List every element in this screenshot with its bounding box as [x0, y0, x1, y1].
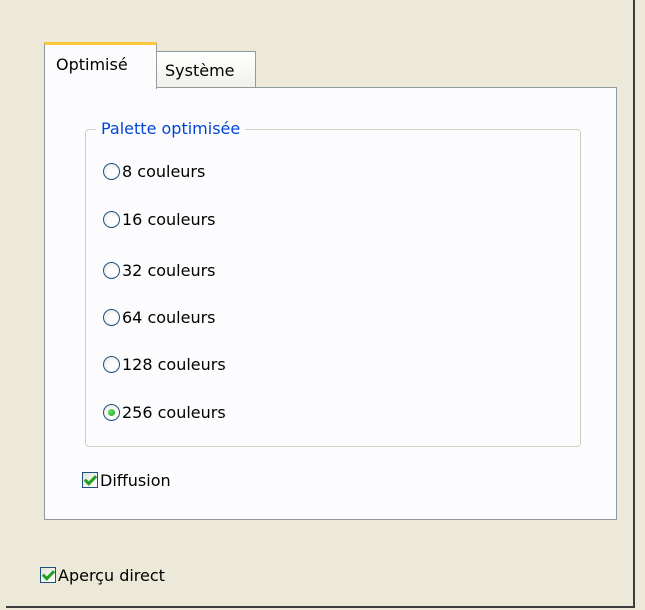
radio-8-colors[interactable]: 8 couleurs: [103, 159, 205, 183]
radio-16-colors[interactable]: 16 couleurs: [103, 207, 216, 231]
radio-button-icon[interactable]: [103, 162, 120, 180]
radio-button-icon[interactable]: [103, 210, 120, 228]
checkbox-checked-icon[interactable]: [40, 567, 56, 583]
radio-label: 256 couleurs: [122, 402, 226, 422]
tab-optimise[interactable]: Optimisé: [44, 42, 157, 89]
checkbox-checked-icon[interactable]: [82, 472, 98, 488]
tab-label: Système: [165, 61, 235, 80]
diffusion-checkbox-row[interactable]: Diffusion: [82, 468, 171, 492]
radio-32-colors[interactable]: 32 couleurs: [103, 258, 216, 282]
radio-button-icon[interactable]: [103, 261, 120, 279]
radio-label: 128 couleurs: [122, 354, 226, 374]
radio-button-selected-icon[interactable]: [103, 403, 120, 421]
palette-group-legend: Palette optimisée: [96, 119, 246, 139]
tab-systeme[interactable]: Système: [156, 51, 256, 89]
tab-label: Optimisé: [56, 54, 128, 74]
radio-label: 64 couleurs: [122, 307, 216, 327]
radio-128-colors[interactable]: 128 couleurs: [103, 352, 226, 376]
radio-button-icon[interactable]: [103, 308, 120, 326]
diffusion-label: Diffusion: [100, 470, 171, 490]
radio-label: 16 couleurs: [122, 209, 216, 229]
radio-64-colors[interactable]: 64 couleurs: [103, 305, 216, 329]
live-preview-label: Aperçu direct: [58, 565, 165, 585]
radio-button-icon[interactable]: [103, 355, 120, 373]
live-preview-checkbox-row[interactable]: Aperçu direct: [40, 563, 165, 587]
palette-groupbox: Palette optimisée 8 couleurs 16 couleurs…: [85, 119, 581, 447]
radio-label: 8 couleurs: [122, 161, 206, 181]
radio-256-colors[interactable]: 256 couleurs: [103, 400, 226, 424]
radio-label: 32 couleurs: [122, 260, 216, 280]
tab-panel-optimise: Palette optimisée 8 couleurs 16 couleurs…: [44, 87, 617, 520]
